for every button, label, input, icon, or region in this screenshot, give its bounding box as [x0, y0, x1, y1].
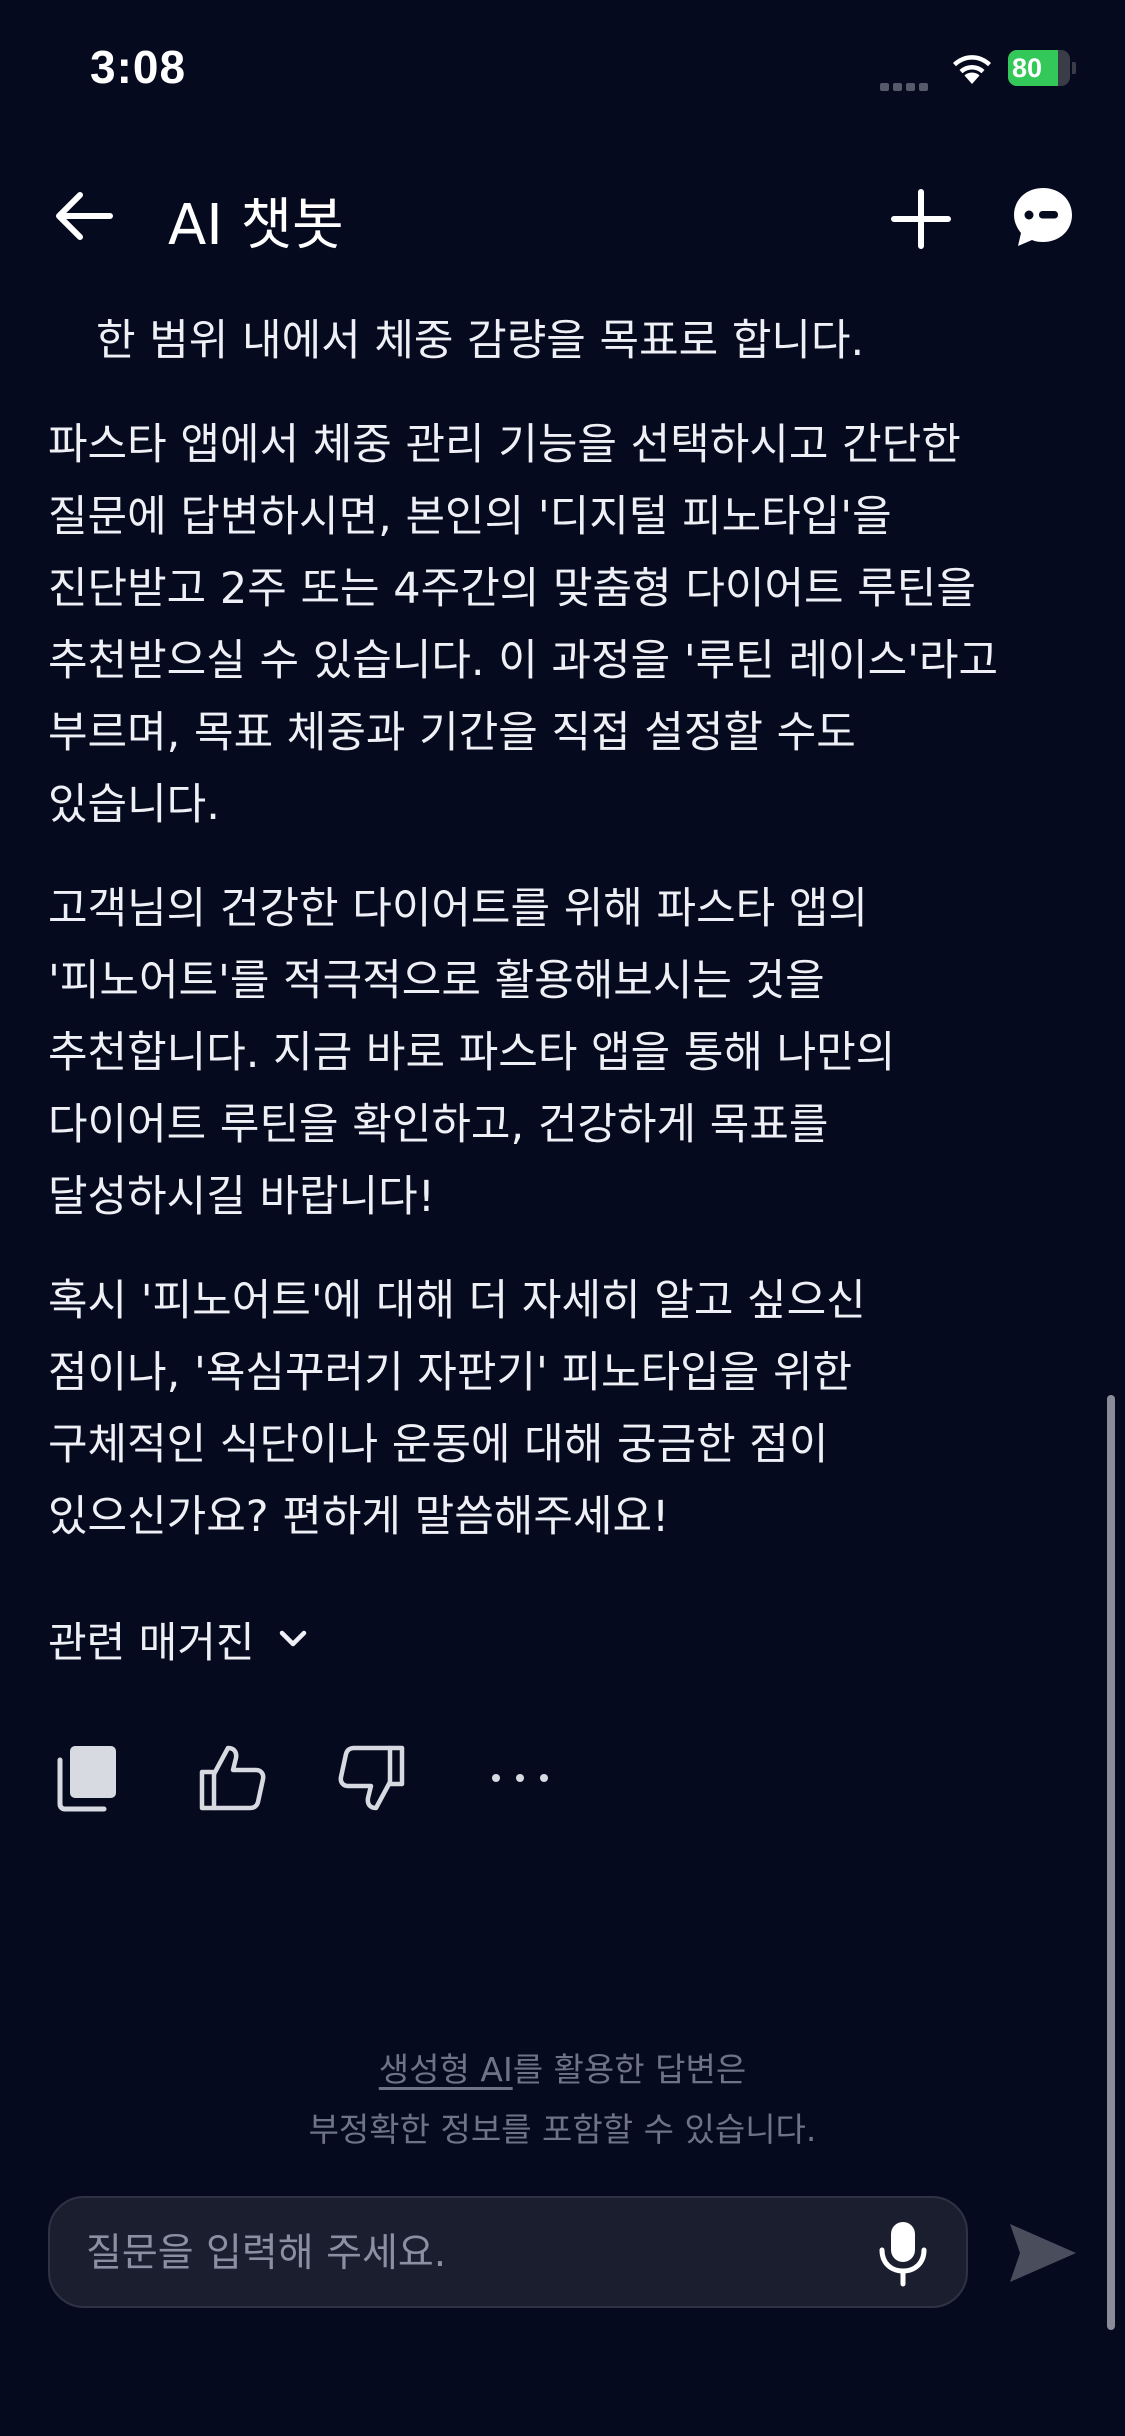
- more-horizontal-icon[interactable]: [482, 1740, 558, 1816]
- question-input[interactable]: [84, 2198, 868, 2308]
- microphone-icon[interactable]: [870, 2218, 936, 2288]
- page-title: AI 챗봇: [168, 193, 344, 258]
- chat-bubble-icon[interactable]: [1008, 182, 1078, 252]
- copy-icon[interactable]: [52, 1740, 128, 1816]
- ai-disclaimer: 생성형 AI를 활용한 답변은 부정확한 정보를 포함할 수 있습니다.: [0, 2040, 1125, 2160]
- status-bar: 3:08 80: [0, 0, 1125, 140]
- assistant-message: 한 범위 내에서 체중 감량을 목표로 합니다. 파스타 앱에서 체중 관리 기…: [48, 305, 1008, 1585]
- message-actions: [52, 1740, 572, 1820]
- message-paragraph: 파스타 앱에서 체중 관리 기능을 선택하시고 간단한 질문에 답변하시면, 본…: [48, 420, 999, 830]
- scrollbar-thumb[interactable]: [1107, 1395, 1115, 2330]
- disclaimer-line-1: 생성형 AI를 활용한 답변은: [0, 2040, 1125, 2100]
- related-magazine-label: 관련 매거진: [48, 1617, 255, 1667]
- thumbs-up-icon[interactable]: [194, 1740, 270, 1816]
- message-paragraph: 고객님의 건강한 다이어트를 위해 파스타 앱의 '피노어트'를 적극적으로 활…: [48, 884, 896, 1222]
- battery-level: 80: [1012, 53, 1043, 83]
- status-time: 3:08: [90, 41, 187, 93]
- disclaimer-line-1-rest: 를 활용한 답변은: [512, 2050, 747, 2089]
- disclaimer-line-2: 부정확한 정보를 포함할 수 있습니다.: [308, 2110, 817, 2149]
- chat-input-bar: [48, 2196, 968, 2308]
- plus-icon[interactable]: [888, 186, 954, 252]
- thumbs-down-icon[interactable]: [334, 1740, 410, 1816]
- wifi-icon: [953, 55, 991, 84]
- message-paragraph: 한 범위 내에서 체중 감량을 목표로 합니다.: [96, 316, 865, 366]
- generative-ai-link[interactable]: 생성형 AI: [379, 2050, 513, 2089]
- battery-charging-icon: 80: [1008, 50, 1076, 86]
- signal-dots-icon: [880, 76, 932, 91]
- send-icon[interactable]: [1004, 2218, 1080, 2288]
- message-paragraph: 혹시 '피노어트'에 대해 더 자세히 알고 싶으신 점이나, '욕심꾸러기 자…: [48, 1276, 866, 1542]
- chevron-down-icon: [279, 1630, 306, 1647]
- related-magazine-toggle[interactable]: 관련 매거진: [48, 1604, 313, 1674]
- arrow-left-icon[interactable]: [50, 186, 116, 246]
- app-header: AI 챗봇: [0, 160, 1125, 270]
